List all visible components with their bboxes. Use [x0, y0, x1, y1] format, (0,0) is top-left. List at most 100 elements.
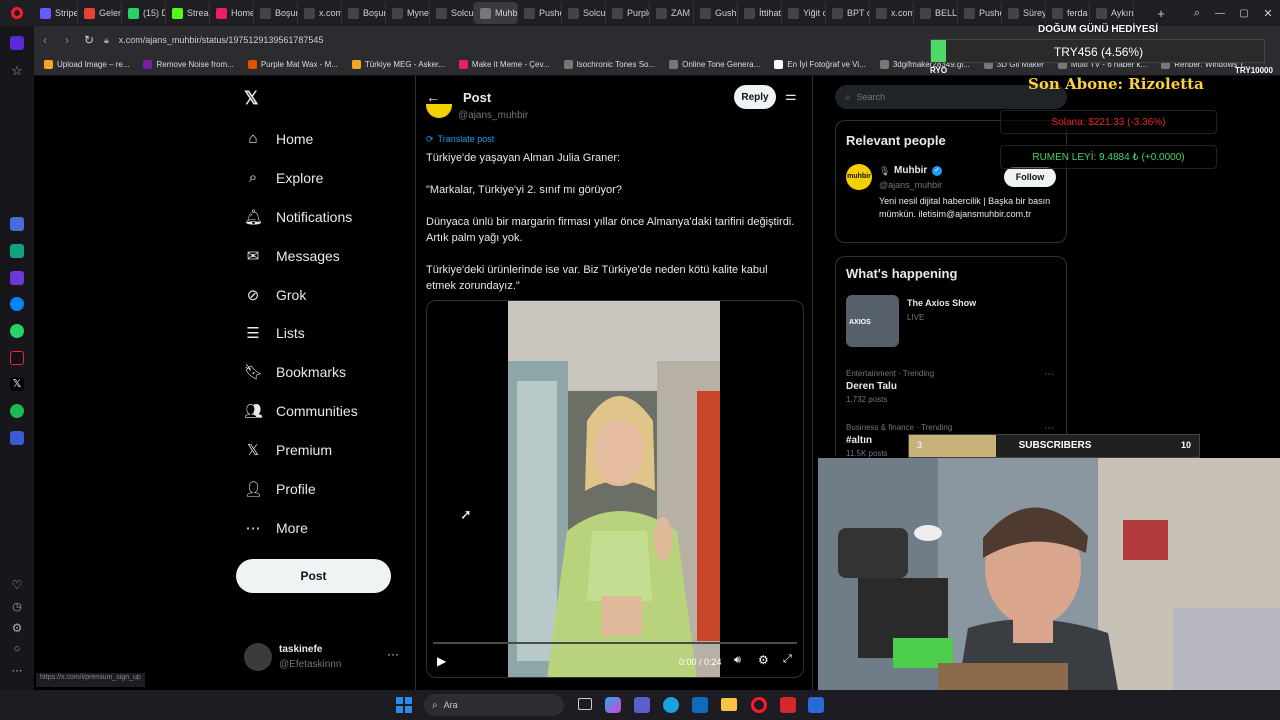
- browser-tab[interactable]: Solcu: [562, 2, 606, 24]
- nav-item-lists[interactable]: ☰ Lists: [244, 324, 305, 342]
- translate-post-link[interactable]: ⟳ Translate post: [426, 134, 494, 145]
- muhbir-avatar[interactable]: muhbir: [846, 164, 872, 190]
- bookmark-item[interactable]: Upload Image – re...: [44, 60, 129, 69]
- browser-tab[interactable]: BELL'S: [914, 2, 958, 24]
- store-icon[interactable]: [692, 697, 708, 713]
- nav-item-communities[interactable]: 👥︎ Communities: [244, 402, 358, 420]
- nav-item-grok[interactable]: ⊘ Grok: [244, 286, 307, 304]
- chatgpt-icon[interactable]: [10, 244, 24, 258]
- messenger-icon[interactable]: [10, 297, 24, 311]
- browser-tab[interactable]: (15) D: [122, 2, 166, 24]
- browser-tab[interactable]: Aykırı: [1090, 2, 1134, 24]
- bookmark-item[interactable]: Türkiye MEG - Asker...: [351, 60, 445, 69]
- back-button[interactable]: ‹: [34, 33, 56, 47]
- copilot-icon[interactable]: [605, 697, 621, 713]
- browser-tab[interactable]: Boşun: [254, 2, 298, 24]
- bookmark-item[interactable]: Remove Noise from...: [143, 60, 234, 69]
- person-name[interactable]: Muhbir: [894, 165, 927, 176]
- browser-tab[interactable]: Stripe: [34, 2, 78, 24]
- cs-icon[interactable]: [10, 271, 24, 285]
- more-icon[interactable]: ⋯: [1044, 369, 1054, 380]
- video-player[interactable]: ▶ 0:00 / 0:24 🔊︎ ⚙ ⤢: [426, 300, 804, 678]
- browser-tab[interactable]: Purple: [606, 2, 650, 24]
- reply-button[interactable]: Reply: [734, 85, 776, 109]
- app-icon[interactable]: [808, 697, 824, 713]
- browser-tab[interactable]: Pushe: [518, 2, 562, 24]
- more-sidebar-icon[interactable]: ⋯: [10, 664, 24, 678]
- nav-item-profile[interactable]: 👤︎ Profile: [244, 480, 316, 498]
- bulb-icon[interactable]: ○: [10, 642, 24, 656]
- browser-tab[interactable]: Gushc: [694, 2, 738, 24]
- spotify-icon[interactable]: [10, 404, 24, 418]
- reload-button[interactable]: ↻: [78, 33, 100, 47]
- history-icon[interactable]: ◷: [10, 600, 24, 614]
- browser-tab[interactable]: Mynet: [386, 2, 430, 24]
- close-window-button[interactable]: ✕: [1256, 7, 1280, 20]
- browser-tab[interactable]: x.com: [298, 2, 342, 24]
- show-title[interactable]: The Axios Show: [907, 298, 976, 308]
- bookmark-item[interactable]: Online Tone Genera...: [669, 60, 760, 69]
- browser-tab[interactable]: ferda: [1046, 2, 1090, 24]
- explorer-icon[interactable]: [721, 698, 737, 711]
- browser-tab[interactable]: x.com: [870, 2, 914, 24]
- browser-tab[interactable]: Gelen: [78, 2, 122, 24]
- volume-icon[interactable]: 🔊︎: [734, 654, 741, 667]
- taskbar-search[interactable]: ⌕ Ara: [424, 694, 564, 716]
- account-switcher[interactable]: taskinefe @Efetaskinnn ···: [244, 641, 409, 675]
- nav-item-explore[interactable]: ⌕ Explore: [244, 169, 324, 186]
- browser-tab[interactable]: İttihat: [738, 2, 782, 24]
- bookmark-item[interactable]: Purple Mat Wax - M...: [247, 60, 338, 69]
- start-button[interactable]: [396, 697, 412, 713]
- fullscreen-icon[interactable]: ⤢: [783, 653, 792, 666]
- browser-tab[interactable]: Stream: [166, 2, 210, 24]
- search-tabs-icon[interactable]: ⌕: [1186, 7, 1208, 20]
- post-button[interactable]: Post: [236, 559, 391, 593]
- show-thumbnail[interactable]: AXIOS: [846, 295, 899, 347]
- video-progress-track[interactable]: [433, 642, 797, 644]
- browser-tab[interactable]: Muhbir: [474, 2, 518, 24]
- follow-button[interactable]: Follow: [1004, 167, 1056, 187]
- wps-icon[interactable]: [780, 697, 796, 713]
- browser-tab[interactable]: Süreyy: [1002, 2, 1046, 24]
- nav-item-more[interactable]: ⋯ More: [244, 519, 308, 537]
- bookmark-item[interactable]: Make it Meme - Çev...: [458, 60, 550, 69]
- tiktok-icon[interactable]: [10, 351, 24, 365]
- nav-item-home[interactable]: ⌂ Home: [244, 130, 313, 147]
- nav-item-premium[interactable]: 𝕏 Premium: [244, 441, 332, 459]
- browser-tab[interactable]: Boşun: [342, 2, 386, 24]
- trend-item[interactable]: Entertainment · Trending Deren Talu 1,732 …: [846, 369, 1058, 411]
- nav-item-messages[interactable]: ✉ Messages: [244, 247, 340, 265]
- nav-item-notifications[interactable]: 🔔︎ Notifications: [244, 208, 352, 226]
- play-button[interactable]: ▶: [437, 654, 446, 668]
- player-icon[interactable]: [10, 431, 24, 445]
- heart-icon[interactable]: ♡: [10, 578, 24, 592]
- minimize-button[interactable]: —: [1208, 8, 1232, 19]
- edge-icon[interactable]: [663, 697, 679, 713]
- home-icon[interactable]: [10, 36, 24, 50]
- gear-icon[interactable]: ⚙: [758, 653, 769, 667]
- browser-tab[interactable]: Home: [210, 2, 254, 24]
- filter-icon[interactable]: ⚌: [785, 88, 797, 104]
- opera-menu-button[interactable]: [0, 0, 34, 26]
- back-arrow-icon[interactable]: ←: [426, 89, 440, 105]
- teams-icon[interactable]: [634, 697, 650, 713]
- maximize-button[interactable]: ▢: [1232, 8, 1256, 19]
- browser-tab[interactable]: Yiğit c: [782, 2, 826, 24]
- settings-icon[interactable]: ⚙: [10, 621, 24, 635]
- star-icon[interactable]: ☆: [10, 64, 24, 78]
- url-field[interactable]: x.com/ajans_muhbir/status/19751291395617…: [119, 35, 324, 45]
- browser-tab[interactable]: Pushe: [958, 2, 1002, 24]
- task-view-icon[interactable]: [578, 698, 592, 710]
- forward-button[interactable]: ›: [56, 33, 78, 47]
- browser-tab[interactable]: BPT ol: [826, 2, 870, 24]
- browser-tab[interactable]: Solcu: [430, 2, 474, 24]
- new-tab-button[interactable]: +: [1152, 6, 1170, 21]
- bookmark-item[interactable]: Isochronic Tones So...: [563, 60, 655, 69]
- whatsapp-icon[interactable]: [10, 324, 24, 338]
- aria-icon[interactable]: [10, 217, 24, 231]
- x-app-icon[interactable]: 𝕏: [10, 377, 24, 391]
- bookmark-item[interactable]: En İyi Fotoğraf ve Vi...: [774, 60, 866, 69]
- more-icon[interactable]: ⋯: [1044, 423, 1054, 434]
- x-logo-icon[interactable]: 𝕏: [244, 88, 264, 108]
- nav-item-bookmarks[interactable]: 🔖︎ Bookmarks: [244, 363, 346, 381]
